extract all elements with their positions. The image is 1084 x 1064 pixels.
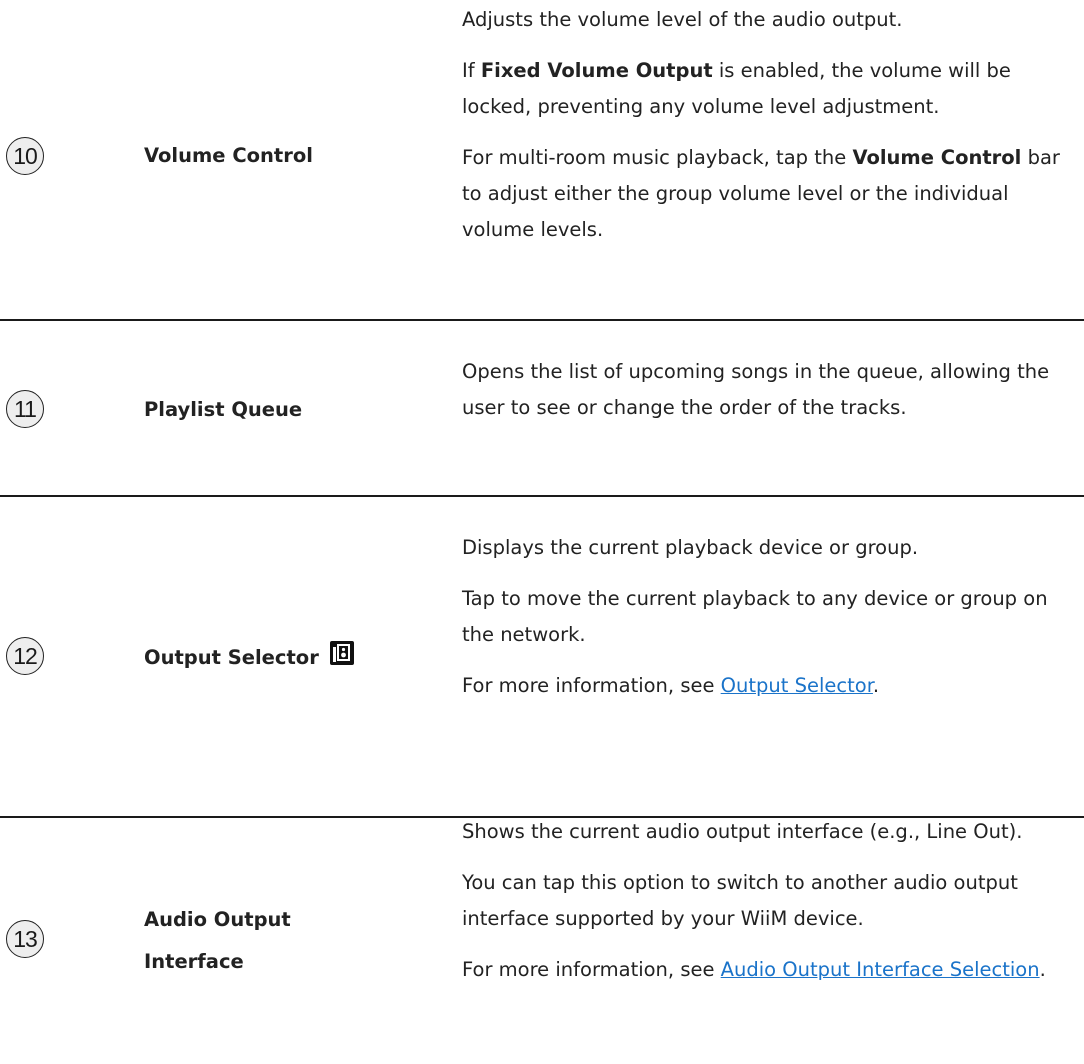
description-paragraph: If Fixed Volume Output is enabled, the v…	[462, 59, 1011, 118]
output-selector-link[interactable]: Output Selector	[721, 674, 873, 697]
item-description: Opens the list of upcoming songs in the …	[462, 354, 1084, 441]
output-selector-icon	[329, 641, 354, 665]
table-row-playlist-queue: 11 Playlist Queue Opens the list of upco…	[0, 321, 1084, 497]
description-paragraph: Displays the current playback device or …	[462, 536, 919, 559]
feature-table: 10 Volume Control Adjusts the volume lev…	[0, 0, 1084, 1064]
item-name: Playlist Queue	[144, 398, 303, 421]
description-paragraph: Opens the list of upcoming songs in the …	[462, 360, 1050, 419]
table-row-volume-control: 10 Volume Control Adjusts the volume lev…	[0, 0, 1084, 321]
item-number-badge: 13	[6, 920, 44, 958]
item-number-badge: 12	[6, 637, 44, 675]
item-description: Shows the current audio output interface…	[462, 814, 1084, 1003]
description-paragraph: Tap to move the current playback to any …	[462, 587, 1048, 646]
item-name: Volume Control	[144, 144, 313, 167]
description-paragraph: Adjusts the volume level of the audio ou…	[462, 8, 903, 31]
table-row-audio-output-interface: 13 Audio Output Interface Shows the curr…	[0, 818, 1084, 1064]
item-description: Displays the current playback device or …	[462, 530, 1084, 719]
audio-output-interface-selection-link[interactable]: Audio Output Interface Selection	[721, 958, 1040, 981]
item-description: Adjusts the volume level of the audio ou…	[462, 2, 1084, 263]
description-paragraph: Shows the current audio output interface…	[462, 820, 1023, 843]
bold-term: Volume Control	[852, 146, 1022, 169]
table-row-output-selector: 12 Output Selector Displays the current …	[0, 497, 1084, 818]
description-paragraph: You can tap this option to switch to ano…	[462, 871, 1018, 930]
item-name: Audio Output Interface	[144, 908, 291, 973]
description-paragraph: For more information, see Output Selecto…	[462, 674, 880, 697]
item-number-badge: 11	[6, 390, 44, 428]
bold-term: Fixed Volume Output	[480, 59, 713, 82]
item-number-badge: 10	[6, 137, 44, 175]
item-name: Output Selector	[144, 637, 355, 679]
description-paragraph: For more information, see Audio Output I…	[462, 958, 1046, 981]
description-paragraph: For multi-room music playback, tap the V…	[462, 146, 1060, 241]
